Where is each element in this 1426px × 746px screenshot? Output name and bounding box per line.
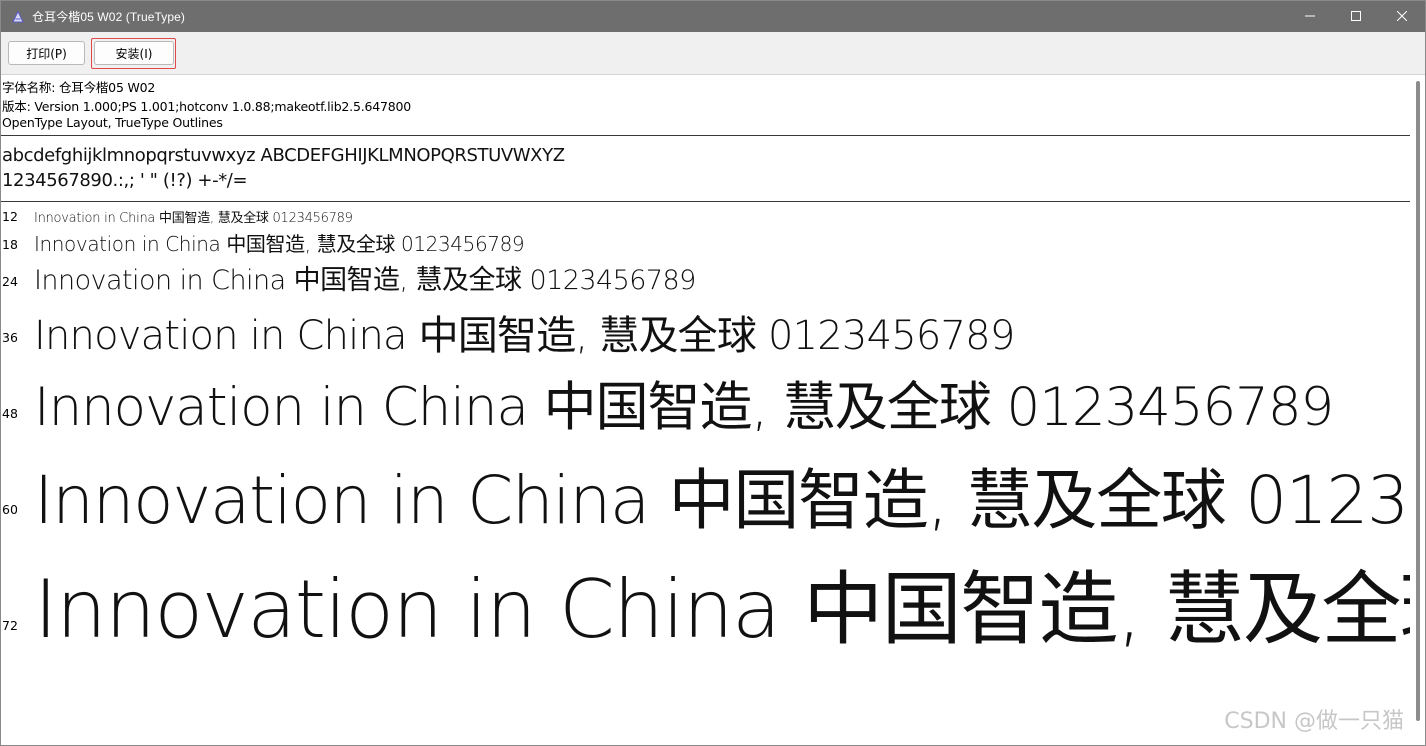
watermark: CSDN @做一只猫 xyxy=(1224,709,1404,734)
window-title: 仓耳今楷05 W02 (TrueType) xyxy=(32,10,186,24)
minimize-icon xyxy=(1305,8,1315,26)
font-viewer-window: 仓耳今楷05 W02 (TrueType) 打印(P) 安装(I) 字体名称: … xyxy=(0,0,1426,746)
font-app-icon xyxy=(10,9,26,25)
font-version-line: 版本: Version 1.000;PS 1.001;hotconv 1.0.8… xyxy=(2,99,412,114)
charset-digits: 1234567890.:,; ' " (!?) +-*/= xyxy=(2,170,248,191)
sample-size-label: 72 xyxy=(2,618,18,633)
sample-size-label: 60 xyxy=(2,502,18,517)
sample-size-label: 12 xyxy=(2,209,18,224)
maximize-button[interactable] xyxy=(1333,1,1379,32)
print-button[interactable]: 打印(P) xyxy=(8,41,85,65)
close-icon xyxy=(1396,8,1408,26)
sample-text-12: Innovation in China 中国智造, 慧及全球 012345678… xyxy=(34,211,353,226)
window-controls xyxy=(1287,1,1425,32)
font-layout-line: OpenType Layout, TrueType Outlines xyxy=(2,115,223,130)
sample-text-36: Innovation in China 中国智造, 慧及全球 012345678… xyxy=(34,313,1015,359)
sample-size-label: 24 xyxy=(2,274,18,289)
divider xyxy=(1,201,1410,202)
divider xyxy=(1,135,1410,136)
toolbar: 打印(P) 安装(I) xyxy=(1,32,1425,75)
sample-text-48: Innovation in China 中国智造, 慧及全球 012345678… xyxy=(34,377,1334,438)
sample-size-label: 18 xyxy=(2,237,18,252)
sample-text-60: Innovation in China 中国智造, 慧及全球 012345678… xyxy=(34,462,1410,539)
install-button[interactable]: 安装(I) xyxy=(94,41,174,65)
sample-text-24: Innovation in China 中国智造, 慧及全球 012345678… xyxy=(34,265,696,296)
font-preview-area[interactable]: 字体名称: 仓耳今楷05 W02 版本: Version 1.000;PS 1.… xyxy=(1,75,1410,745)
sample-size-label: 36 xyxy=(2,330,18,345)
title-bar[interactable]: 仓耳今楷05 W02 (TrueType) xyxy=(1,1,1425,32)
charset-letters: abcdefghijklmnopqrstuvwxyz ABCDEFGHIJKLM… xyxy=(2,145,565,166)
minimize-button[interactable] xyxy=(1287,1,1333,32)
sample-text-72: Innovation in China 中国智造, 慧及全球 012345678… xyxy=(34,563,1410,656)
maximize-icon xyxy=(1351,8,1361,26)
vertical-scrollbar[interactable] xyxy=(1410,75,1425,745)
close-button[interactable] xyxy=(1379,1,1425,32)
sample-text-18: Innovation in China 中国智造, 慧及全球 012345678… xyxy=(34,232,525,256)
font-name-line: 字体名称: 仓耳今楷05 W02 xyxy=(2,80,156,95)
scrollbar-thumb[interactable] xyxy=(1416,81,1420,721)
sample-size-label: 48 xyxy=(2,406,18,421)
